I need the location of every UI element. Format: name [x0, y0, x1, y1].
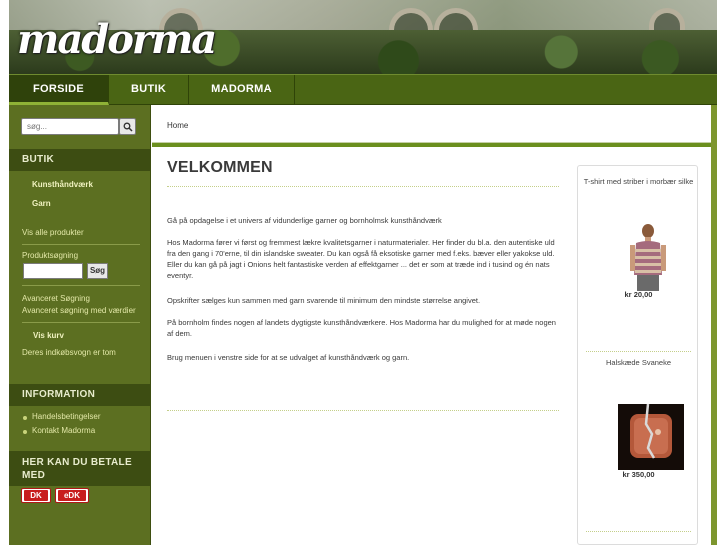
bullet-icon — [23, 430, 27, 434]
paragraph-craftsmen: På bornholm findes nogen af landets dygt… — [167, 318, 556, 338]
divider — [22, 244, 140, 245]
product-divider — [586, 531, 691, 532]
category-garn[interactable]: Garn — [32, 199, 51, 208]
show-cart-link[interactable]: Vis kurv — [33, 331, 64, 340]
sidebar: BUTIK Kunsthåndværk Garn Vis alle produk… — [9, 105, 151, 545]
search-box — [21, 118, 136, 135]
paragraph-patterns: Opskrifter sælges kun sammen med garn sv… — [167, 296, 481, 305]
payment-heading: HER KAN DU BETALE MED — [9, 451, 151, 486]
payment-heading-line2: MED — [22, 470, 46, 481]
product-search-input[interactable] — [23, 263, 83, 279]
product-image[interactable] — [618, 404, 684, 470]
site-logo[interactable]: madorma — [17, 16, 217, 63]
search-icon — [123, 122, 133, 132]
breadcrumb-home[interactable]: Home — [167, 121, 188, 130]
edankort-icon: eDK — [55, 488, 89, 503]
accent-line — [152, 143, 717, 147]
show-all-products-link[interactable]: Vis alle produkter — [22, 228, 84, 237]
nav-forside[interactable]: FORSIDE — [9, 75, 109, 105]
advanced-search-values-link[interactable]: Avanceret søgning med værdier — [22, 306, 136, 315]
intro-paragraph: Gå på opdagelse i et univers af vidunder… — [167, 216, 442, 225]
product-name[interactable]: Halskæde Svaneke — [578, 358, 699, 368]
divider — [22, 322, 140, 323]
product-image[interactable] — [628, 223, 668, 291]
featured-products: T-shirt med striber i morbær silke kr 20… — [577, 165, 698, 545]
paragraph-yarns: Hos Madorma fører vi først og fremmest l… — [167, 238, 555, 280]
divider — [22, 285, 140, 286]
search-button[interactable] — [119, 118, 136, 135]
butik-heading: BUTIK — [9, 149, 151, 171]
breadcrumb-bar: Home — [152, 105, 717, 147]
contact-link[interactable]: Kontakt Madorma — [32, 426, 95, 435]
product-price: kr 350,00 — [622, 470, 655, 479]
product-price: kr 20,00 — [624, 290, 653, 299]
terms-link[interactable]: Handelsbetingelser — [32, 412, 101, 421]
information-heading: INFORMATION — [9, 384, 151, 406]
search-input[interactable] — [21, 118, 119, 135]
main-content: Home VELKOMMEN Gå på opdagelse i et univ… — [152, 105, 717, 545]
cart-status: Deres indkøbsvogn er tom — [22, 348, 116, 357]
paragraph-menu-hint: Brug menuen i venstre side for at se udv… — [167, 353, 410, 362]
dankort-label: DK — [24, 490, 48, 501]
left-frame — [0, 0, 9, 545]
right-frame — [717, 0, 727, 545]
product-search-label: Produktsøgning — [22, 251, 79, 260]
article: VELKOMMEN — [167, 159, 562, 187]
payment-heading-line1: HER KAN DU BETALE — [22, 457, 132, 468]
product-name[interactable]: T-shirt med striber i morbær silke — [578, 177, 699, 187]
nav-madorma[interactable]: MADORMA — [189, 75, 295, 105]
main-nav: FORSIDE BUTIK MADORMA — [9, 74, 717, 105]
product-search-button[interactable]: Søg — [87, 263, 108, 279]
page-title: VELKOMMEN — [167, 159, 273, 176]
nav-butik[interactable]: BUTIK — [109, 75, 190, 105]
dankort-icon: DK — [21, 488, 51, 503]
category-kunsthaandvaerk[interactable]: Kunsthåndværk — [32, 180, 93, 189]
header-banner: madorma — [9, 0, 717, 74]
advanced-search-link[interactable]: Avanceret Søgning — [22, 294, 90, 303]
page: madorma FORSIDE BUTIK MADORMA BUTIK Kuns… — [0, 0, 727, 545]
content-divider — [167, 410, 559, 411]
title-divider — [167, 186, 559, 187]
edankort-label: eDK — [58, 490, 86, 501]
product-divider — [586, 351, 691, 352]
bullet-icon — [23, 416, 27, 420]
